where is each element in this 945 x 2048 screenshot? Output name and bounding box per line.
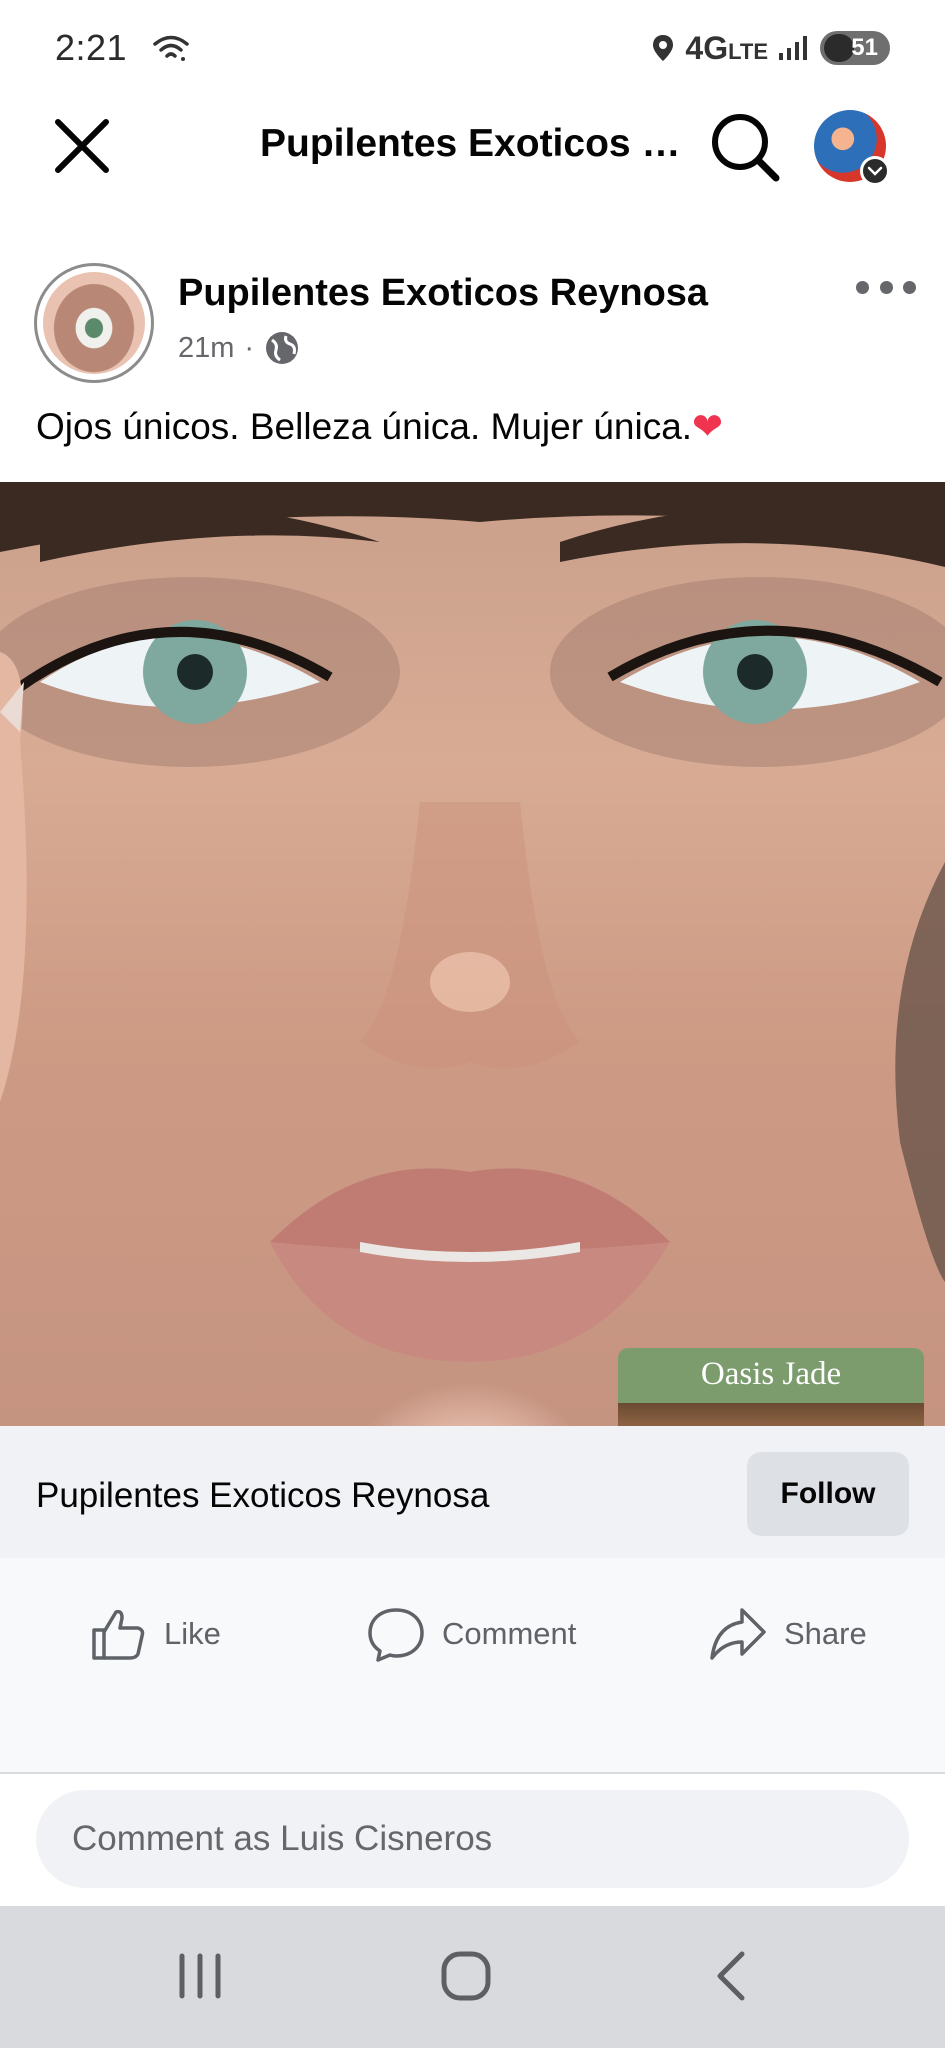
app-header: Pupilentes Exoticos Reynosa: [0, 96, 945, 196]
meta-separator: ·: [244, 331, 255, 364]
post-time[interactable]: 21m: [178, 332, 234, 365]
post-meta: 21m ·: [178, 330, 300, 366]
more-options-icon[interactable]: [856, 272, 916, 302]
battery-level: 51: [851, 34, 878, 61]
battery-icon: 51: [820, 31, 890, 65]
inset-eye-image: [618, 1403, 924, 1426]
thumbs-up-icon: [92, 1609, 145, 1660]
post-text: Ojos únicos. Belleza única. Mujer única.…: [36, 405, 723, 448]
profile-avatar[interactable]: [814, 110, 890, 186]
comment-label: Comment: [442, 1616, 577, 1651]
wifi-icon: [153, 35, 189, 61]
status-bar: 2:21 4GLTE 51: [0, 0, 945, 96]
close-icon[interactable]: [54, 118, 110, 174]
heart-emoji: ❤: [692, 406, 724, 447]
home-icon[interactable]: [436, 1946, 496, 2006]
back-icon[interactable]: [702, 1946, 762, 2006]
post-caption: Ojos únicos. Belleza única. Mujer única.: [36, 406, 693, 447]
comment-bubble-icon: [368, 1608, 424, 1662]
share-arrow-icon: [710, 1608, 766, 1660]
like-button[interactable]: Like: [88, 1594, 221, 1674]
post-author[interactable]: Pupilentes Exoticos Reynosa: [178, 272, 708, 315]
share-label: Share: [784, 1616, 867, 1651]
signal-icon: [779, 36, 807, 60]
page-avatar-image: [43, 272, 145, 374]
follow-button[interactable]: Follow: [747, 1452, 909, 1536]
location-icon: [653, 35, 674, 61]
follow-bar: Pupilentes Exoticos Reynosa Follow: [0, 1426, 945, 1558]
recent-apps-icon[interactable]: [170, 1946, 230, 2006]
page-avatar[interactable]: [34, 263, 154, 383]
product-name: Oasis Jade: [700, 1356, 842, 1392]
comment-area: [0, 1774, 945, 1906]
status-time: 2:21: [55, 27, 128, 68]
system-nav-bar: [0, 1906, 945, 2048]
product-inset: Oasis Jade: [618, 1348, 924, 1426]
follow-page-name[interactable]: Pupilentes Exoticos Reynosa: [36, 1476, 489, 1516]
dot: [903, 280, 916, 294]
globe-icon: [266, 332, 299, 364]
like-label: Like: [164, 1616, 221, 1651]
face-photo: [0, 482, 945, 1362]
header-title: Pupilentes Exoticos Reynosa: [260, 122, 690, 165]
dot: [856, 280, 869, 294]
post-image[interactable]: Oasis Jade: [0, 482, 945, 1426]
status-right: 4GLTE 51: [651, 30, 890, 67]
chevron-down-icon: [860, 156, 890, 186]
network-sub: LTE: [728, 38, 768, 64]
post-actions: Like Comment Share: [0, 1558, 945, 1772]
comment-button[interactable]: Comment: [366, 1594, 576, 1674]
battery-saver-icon: [824, 34, 854, 62]
comment-input[interactable]: [36, 1790, 909, 1888]
network-type: 4GLTE: [685, 29, 768, 66]
search-icon[interactable]: [708, 110, 780, 182]
dot: [879, 280, 893, 294]
share-button[interactable]: Share: [708, 1594, 867, 1674]
